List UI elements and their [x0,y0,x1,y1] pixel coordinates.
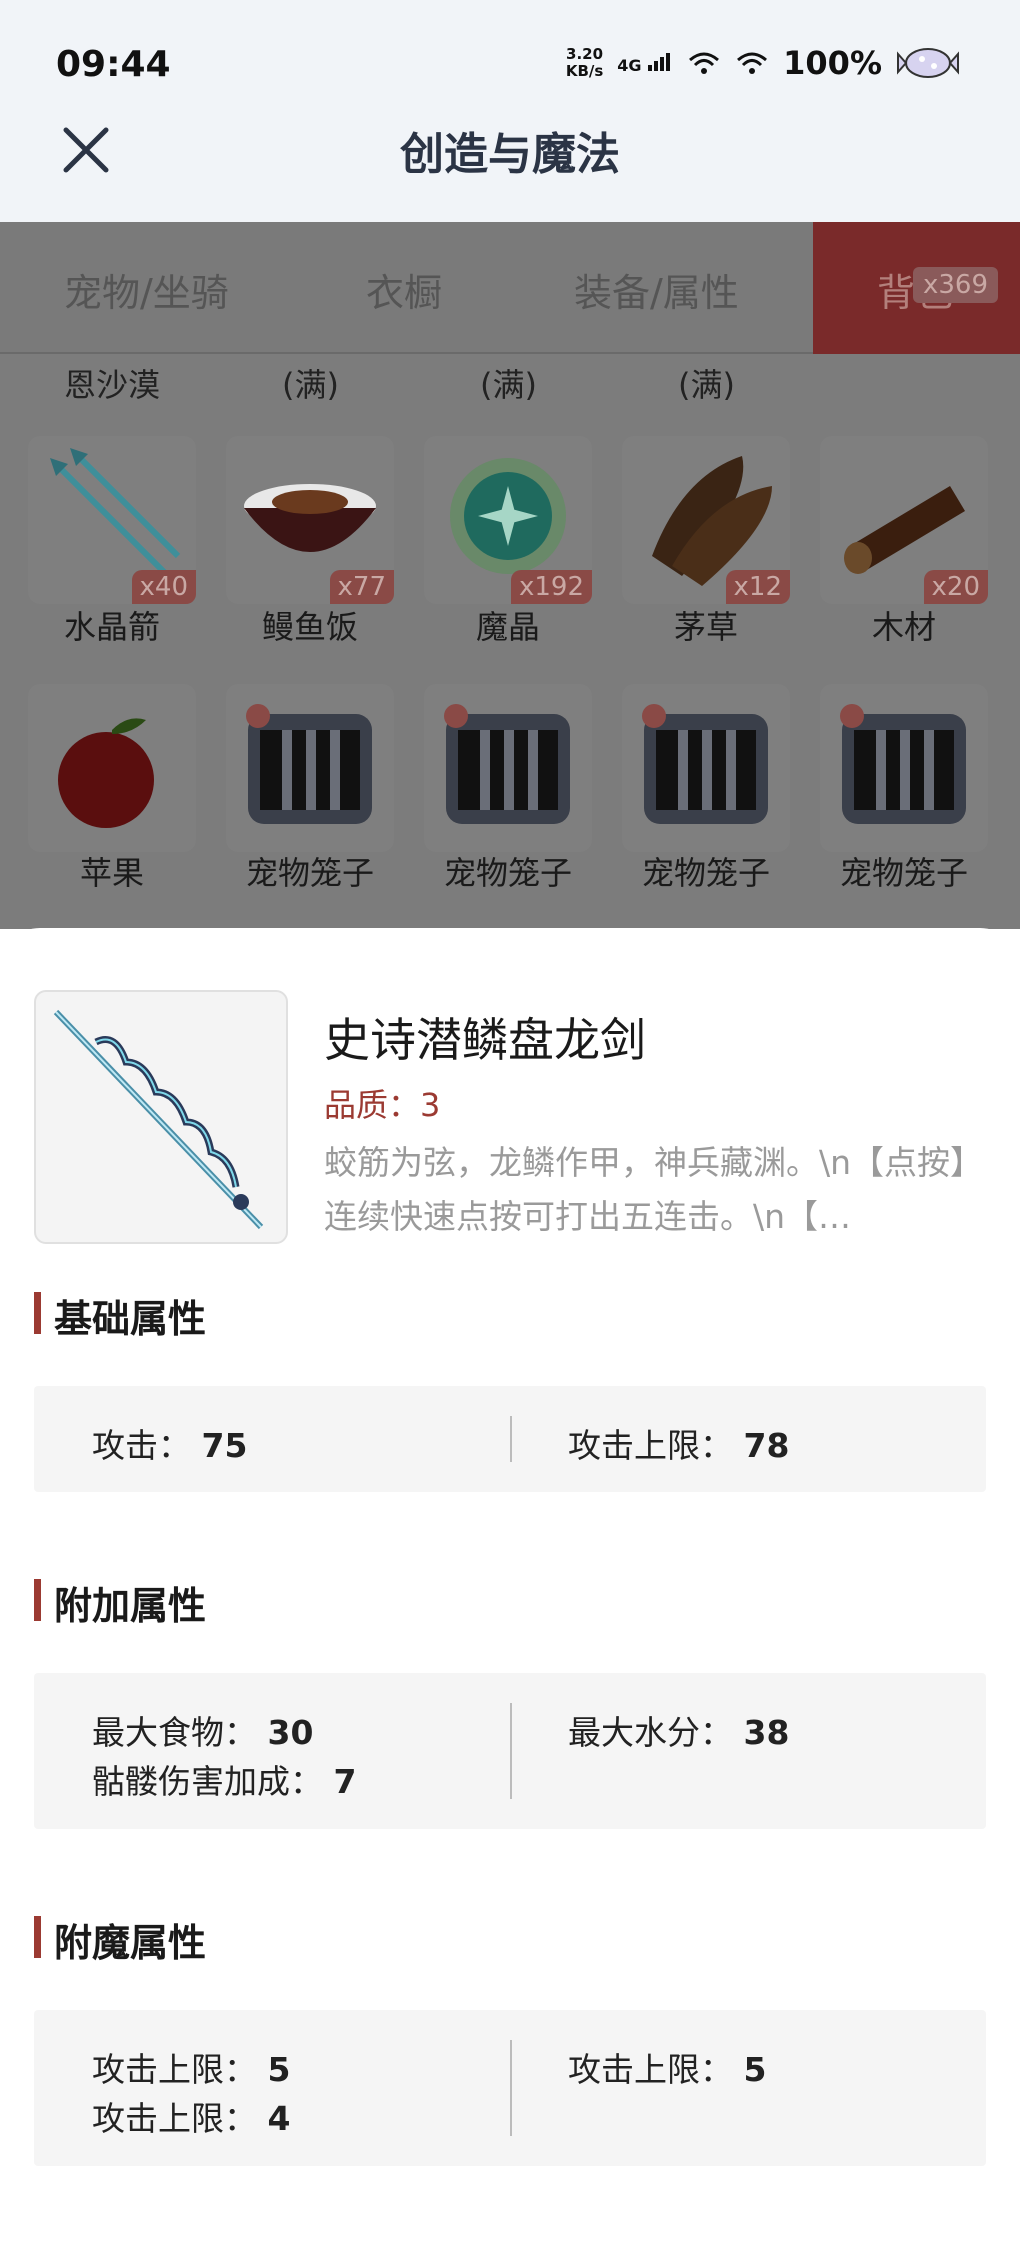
item-label: 鳗鱼饭 [261,608,358,646]
attribute-row: 攻击上限： 5 [92,2050,291,2089]
item-count-badge: x40 [131,570,196,604]
item-label: 宠物笼子 [839,854,968,892]
list-item-label: (满) [480,366,537,404]
page-title: 创造与魔法 [400,129,620,180]
item-count-badge: x192 [510,570,592,604]
inventory-slot[interactable] [622,684,790,852]
status-icons: 3.20 KB/s 4G 100% [566,44,960,82]
tab-bar: 宠物/坐骑 衣橱 装备/属性 背包 x369 [0,222,1020,354]
inventory-slot[interactable]: x192 [424,436,592,604]
section-title-base: 基础属性 [34,1288,206,1343]
tab-equipment[interactable]: 装备/属性 [574,262,739,317]
cellular-signal-icon: 4G [617,51,673,75]
wifi-icon [689,52,720,74]
item-label: 水晶箭 [63,608,160,646]
list-item-label: (满) [678,366,735,404]
inventory-slot[interactable] [424,684,592,852]
item-count-badge: x77 [329,570,394,604]
inventory-slot[interactable] [820,684,988,852]
inventory-slot[interactable] [226,684,394,852]
item-label: 宠物笼子 [641,854,770,892]
item-count-badge: x12 [725,570,790,604]
item-label: 木材 [871,608,936,646]
divider [510,1416,512,1462]
item-label: 苹果 [79,854,144,892]
attribute-row: 骷髅伤害加成： 7 [92,1762,357,1801]
item-detail-sheet: 史诗潜鳞盘龙剑 品质：3 蛟筋为弦，龙鳞作甲，神兵藏渊。\n【点按】连续快速点按… [0,928,1020,2267]
section-title-extra: 附加属性 [34,1575,206,1630]
item-label: 宠物笼子 [245,854,374,892]
pet-cage-icon [246,704,372,824]
pet-cage-icon [642,704,768,824]
inventory-slot[interactable] [28,684,196,852]
attribute-row: 攻击： 75 [92,1426,248,1465]
item-label: 茅草 [673,608,738,646]
item-name: 史诗潜鳞盘龙剑 [324,1013,646,1067]
inventory-grid: 恩沙漠 (满) (满) (满) x40 水晶箭 x77 鳗鱼饭 x192 魔晶 … [0,354,1020,929]
apple-icon [58,718,154,828]
status-time: 09:44 [56,44,171,85]
dragon-sword-icon [53,1009,264,1230]
tab-pets[interactable]: 宠物/坐骑 [64,262,229,317]
tab-backpack[interactable]: 背包 x369 [813,222,1020,354]
attribute-box-enchant: 攻击上限： 5 攻击上限： 4 攻击上限： 5 [34,2010,986,2166]
item-thumbnail [34,990,288,1244]
inventory-slot[interactable]: x77 [226,436,394,604]
status-bar: 09:44 3.20 KB/s 4G 100% [0,0,1020,110]
attribute-row: 最大水分： 38 [568,1713,790,1752]
backpack-count-badge: x369 [913,267,999,303]
item-quality: 品质：3 [324,1086,441,1124]
list-item-label: (满) [282,366,339,404]
item-label: 魔晶 [475,608,540,646]
wifi-icon [737,52,768,74]
item-label: 宠物笼子 [443,854,572,892]
list-item-label: 恩沙漠 [64,366,161,404]
divider [510,2040,512,2136]
attribute-box-extra: 最大食物： 30 骷髅伤害加成： 7 最大水分： 38 [34,1673,986,1829]
top-bar: 创造与魔法 [0,110,1020,222]
battery-percent: 100% [783,44,882,82]
inventory-slot[interactable]: x40 [28,436,196,604]
inventory-slot[interactable]: x12 [622,436,790,604]
inventory-slot[interactable]: x20 [820,436,988,604]
attribute-row: 攻击上限： 4 [92,2099,291,2138]
item-description: 蛟筋为弦，龙鳞作甲，神兵藏渊。\n【点按】连续快速点按可打出五连击。\n【… [324,1143,984,1236]
divider [510,1703,512,1799]
attribute-box-base: 攻击： 75 攻击上限： 78 [34,1386,986,1492]
network-speed: 3.20 KB/s [565,45,604,80]
item-count-badge: x20 [923,570,988,604]
tab-wardrobe[interactable]: 衣橱 [366,262,442,317]
battery-icon [897,48,959,78]
attribute-row: 攻击上限： 5 [568,2050,767,2089]
attribute-row: 最大食物： 30 [92,1713,314,1752]
pet-cage-icon [444,704,570,824]
pet-cage-icon [840,704,966,824]
section-title-enchant: 附魔属性 [34,1912,206,1967]
attribute-row: 攻击上限： 78 [568,1426,790,1465]
